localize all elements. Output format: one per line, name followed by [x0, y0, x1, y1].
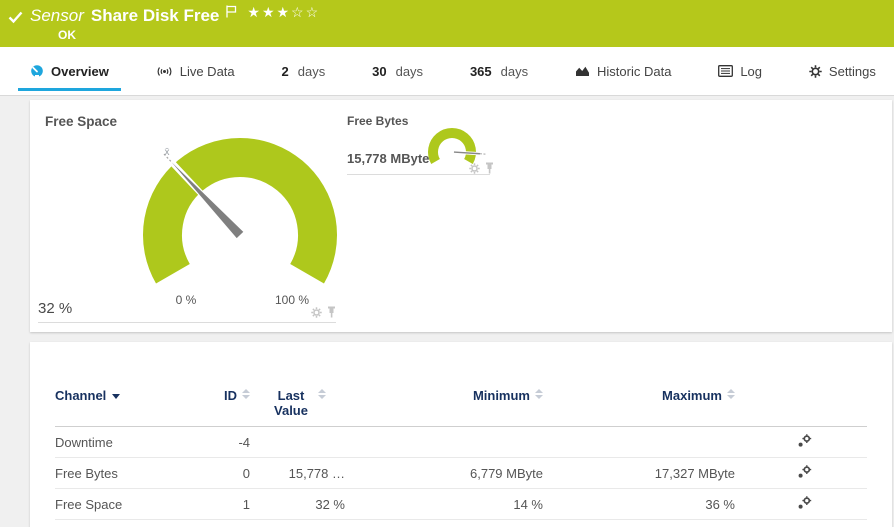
cell-maximum: 17,327 MByte	[543, 458, 735, 489]
column-header-minimum[interactable]: Minimum	[345, 386, 543, 427]
free-space-footer-divider	[38, 322, 336, 323]
column-label: ID	[224, 388, 237, 403]
tab-label: days	[501, 64, 528, 79]
free-bytes-footer-divider	[347, 174, 490, 175]
gear-icon	[809, 65, 822, 78]
cell-minimum: 6,779 MByte	[345, 458, 543, 489]
tab-30-days[interactable]: 30 days	[360, 47, 435, 95]
cell-maximum	[543, 427, 735, 458]
cell-last-value	[250, 427, 345, 458]
table-header-row: Channel ID Last Value Minimum Maximum	[55, 386, 867, 427]
column-header-channel[interactable]: Channel	[55, 386, 195, 427]
table-row-downtime: Downtime -4	[55, 427, 867, 458]
sensor-title: Share Disk Free	[91, 6, 220, 26]
edit-channel-icon[interactable]	[797, 465, 812, 482]
free-space-gauge-value: 32 %	[38, 300, 72, 317]
column-label: Channel	[55, 388, 106, 403]
tab-2-days[interactable]: 2 days	[270, 47, 338, 95]
tab-label: Log	[740, 64, 762, 79]
tab-label: days	[396, 64, 423, 79]
column-header-last-value[interactable]: Last Value	[250, 386, 345, 427]
tab-number: 2	[282, 64, 289, 79]
sort-icon[interactable]	[535, 389, 543, 399]
table-row-free-bytes: Free Bytes 0 15,778 … 6,779 MByte 17,327…	[55, 458, 867, 489]
column-label: Minimum	[473, 388, 530, 403]
gauge-settings-gear-icon[interactable]	[469, 163, 480, 174]
cell-last-value: 32 %	[250, 489, 345, 520]
free-space-gauge-title: Free Space	[45, 114, 117, 129]
edit-channel-icon[interactable]	[797, 434, 812, 451]
cell-channel: Free Space	[55, 489, 195, 520]
column-header-maximum[interactable]: Maximum	[543, 386, 735, 427]
sort-icon[interactable]	[318, 389, 326, 399]
tab-label: days	[298, 64, 325, 79]
tab-number: 30	[372, 64, 386, 79]
cell-last-value: 15,778 …	[250, 458, 345, 489]
log-icon	[718, 65, 733, 77]
gauge-icon	[30, 64, 44, 78]
ok-checkmark-icon	[8, 11, 23, 24]
priority-stars[interactable]: ★★★☆☆	[247, 4, 320, 21]
tab-number: 365	[470, 64, 492, 79]
table-row-free-space: Free Space 1 32 % 14 % 36 %	[55, 489, 867, 520]
sensor-status-badge: OK	[58, 28, 894, 42]
free-space-gauge-controls	[311, 306, 336, 318]
gauge-settings-gear-icon[interactable]	[311, 307, 322, 318]
sort-icon[interactable]	[242, 389, 250, 399]
tab-label: Overview	[51, 64, 109, 79]
tab-label: Historic Data	[597, 64, 671, 79]
channels-table: Channel ID Last Value Minimum Maximum	[55, 386, 867, 520]
sensor-type-label: Sensor	[30, 6, 84, 26]
stars-filled: ★★★	[247, 4, 291, 20]
stars-empty: ☆☆	[291, 4, 320, 20]
tab-historic-data[interactable]: Historic Data	[563, 47, 683, 95]
chevron-down-icon	[112, 394, 120, 399]
free-bytes-gauge-value: 15,778 MByte	[347, 151, 429, 166]
gauge-min-label: 0 %	[166, 293, 206, 307]
column-label: Maximum	[662, 388, 722, 403]
cell-id: 0	[195, 458, 250, 489]
tab-log[interactable]: Log	[706, 47, 774, 95]
cell-minimum	[345, 427, 543, 458]
tab-label: Live Data	[180, 64, 235, 79]
cell-channel: Free Bytes	[55, 458, 195, 489]
tab-label: Settings	[829, 64, 876, 79]
sensor-header: Sensor Share Disk Free ★★★☆☆ OK	[0, 0, 894, 47]
tab-live-data[interactable]: Live Data	[144, 47, 247, 95]
sensor-header-line: Sensor Share Disk Free ★★★☆☆	[8, 6, 894, 26]
tab-bar: Overview Live Data 2 days 30 days 365 da…	[0, 47, 894, 96]
gauges-canvas: x̄	[30, 100, 892, 332]
mean-marker: x̄	[165, 147, 170, 158]
tab-settings[interactable]: Settings	[797, 47, 888, 95]
channels-panel: Channel ID Last Value Minimum Maximum	[30, 342, 892, 527]
sort-icon[interactable]	[727, 389, 735, 399]
column-header-id[interactable]: ID	[195, 386, 250, 427]
gauge-pin-icon[interactable]	[485, 162, 494, 174]
cell-maximum: 36 %	[543, 489, 735, 520]
gauge-pin-icon[interactable]	[327, 306, 336, 318]
column-header-edit	[735, 386, 867, 427]
cell-minimum: 14 %	[345, 489, 543, 520]
gauge-max-label: 100 %	[267, 293, 317, 307]
cell-id: 1	[195, 489, 250, 520]
free-bytes-gauge-title: Free Bytes	[347, 114, 408, 128]
cell-id: -4	[195, 427, 250, 458]
free-bytes-gauge-controls	[469, 162, 494, 174]
free-bytes-gauge-arc	[433, 133, 471, 162]
edit-channel-icon[interactable]	[797, 496, 812, 513]
cell-channel: Downtime	[55, 427, 195, 458]
column-label: Last Value	[269, 388, 313, 418]
flag-icon[interactable]	[226, 5, 237, 18]
live-data-icon	[156, 65, 173, 78]
tab-overview[interactable]: Overview	[18, 47, 121, 95]
tab-365-days[interactable]: 365 days	[458, 47, 540, 95]
gauges-panel: x̄ Free Space 0 % 100 % 32 % Free Bytes …	[30, 100, 892, 332]
historic-chart-icon	[575, 65, 590, 77]
